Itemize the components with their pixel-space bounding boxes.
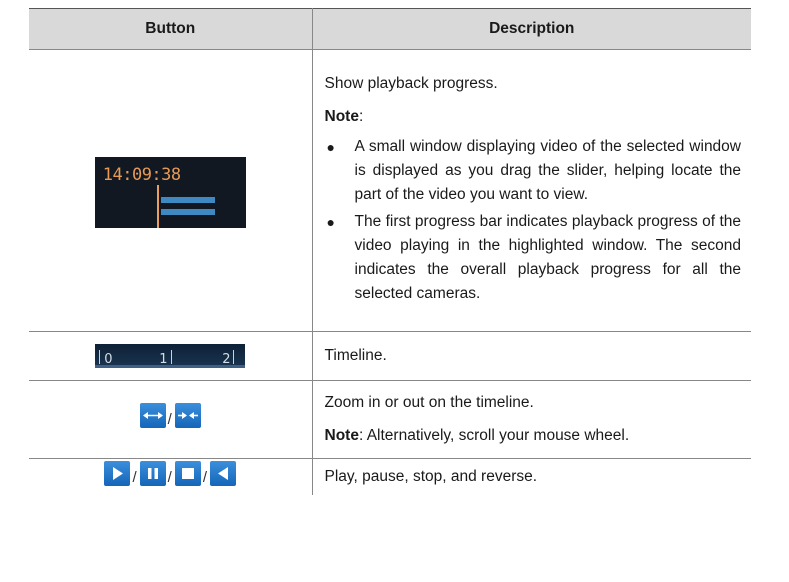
stop-icon[interactable] [174, 460, 201, 486]
bullet-text: The first progress bar indicates playbac… [354, 213, 742, 302]
separator: / [167, 411, 172, 428]
progress-intro: Show playback progress. [324, 75, 498, 92]
zoom-text: Zoom in or out on the timeline. [324, 394, 534, 411]
timeline-image-cell: 0 1 2 [29, 331, 313, 381]
timeline-tick-label: 2 [222, 351, 231, 367]
table-row-zoom: / Zoom in or out on the timeline. Note: … [29, 380, 751, 459]
bullet-icon: ● [326, 139, 335, 155]
play-icon[interactable] [104, 460, 131, 486]
bullet-text: A small window displaying video of the s… [354, 138, 742, 203]
progress-bar-first [160, 197, 215, 203]
timeline-image: 0 1 2 [95, 343, 246, 368]
timeline-tick-label: 1 [159, 351, 168, 367]
note-label: Note [324, 108, 359, 125]
timeline-description: Timeline. [312, 331, 751, 381]
playback-buttons-cell: / / / [29, 458, 313, 495]
progress-description: Show playback progress. Note: ● A small w… [312, 49, 751, 332]
table-row-playback-controls: / / / Play, pause, stop, and reverse. [29, 458, 751, 495]
progress-timestamp: 14:09:38 [102, 165, 181, 185]
zoom-button-group: / [139, 403, 201, 428]
progress-note-list: ● A small window displaying video of the … [325, 135, 742, 306]
zoom-out-icon[interactable] [174, 403, 201, 428]
timeline-tick [233, 349, 235, 364]
zoom-buttons-cell: / [29, 380, 313, 459]
note-label: Note [324, 427, 359, 444]
table-row-timeline: 0 1 2 Timeline. [29, 331, 751, 381]
zoom-note: Note: Alternatively, scroll your mouse w… [325, 424, 742, 448]
button-description-table: Button Description 14:09:38 Show playbac… [29, 8, 751, 495]
progress-bar-second [160, 209, 215, 215]
bullet-icon: ● [326, 214, 335, 230]
progress-slider-needle [156, 185, 159, 228]
timeline-baseline [95, 364, 246, 368]
timeline-tick [99, 349, 101, 364]
progress-image-cell: 14:09:38 [29, 49, 313, 332]
header-button: Button [29, 8, 313, 50]
separator: / [167, 468, 172, 486]
separator: / [132, 468, 137, 486]
playback-description: Play, pause, stop, and reverse. [324, 468, 538, 485]
playback-button-group: / / / [104, 460, 236, 486]
timeline-tick [171, 349, 173, 364]
note-colon: : [358, 108, 364, 125]
progress-note-heading: Note: [325, 105, 742, 129]
list-item: ● The first progress bar indicates playba… [325, 210, 742, 306]
separator: / [202, 468, 207, 486]
reverse-icon[interactable] [210, 460, 236, 486]
zoom-description: Zoom in or out on the timeline. Note: Al… [312, 380, 751, 459]
zoom-note-text: : Alternatively, scroll your mouse wheel… [358, 427, 630, 444]
timeline-tick-label: 0 [104, 351, 113, 367]
playback-progress-image: 14:09:38 [94, 157, 246, 228]
table-row-progress: 14:09:38 Show playback progress. Note: ●… [29, 49, 751, 332]
header-description: Description [312, 8, 751, 50]
list-item: ● A small window displaying video of the … [325, 135, 742, 207]
pause-icon[interactable] [139, 460, 166, 486]
zoom-in-icon[interactable] [139, 403, 166, 428]
